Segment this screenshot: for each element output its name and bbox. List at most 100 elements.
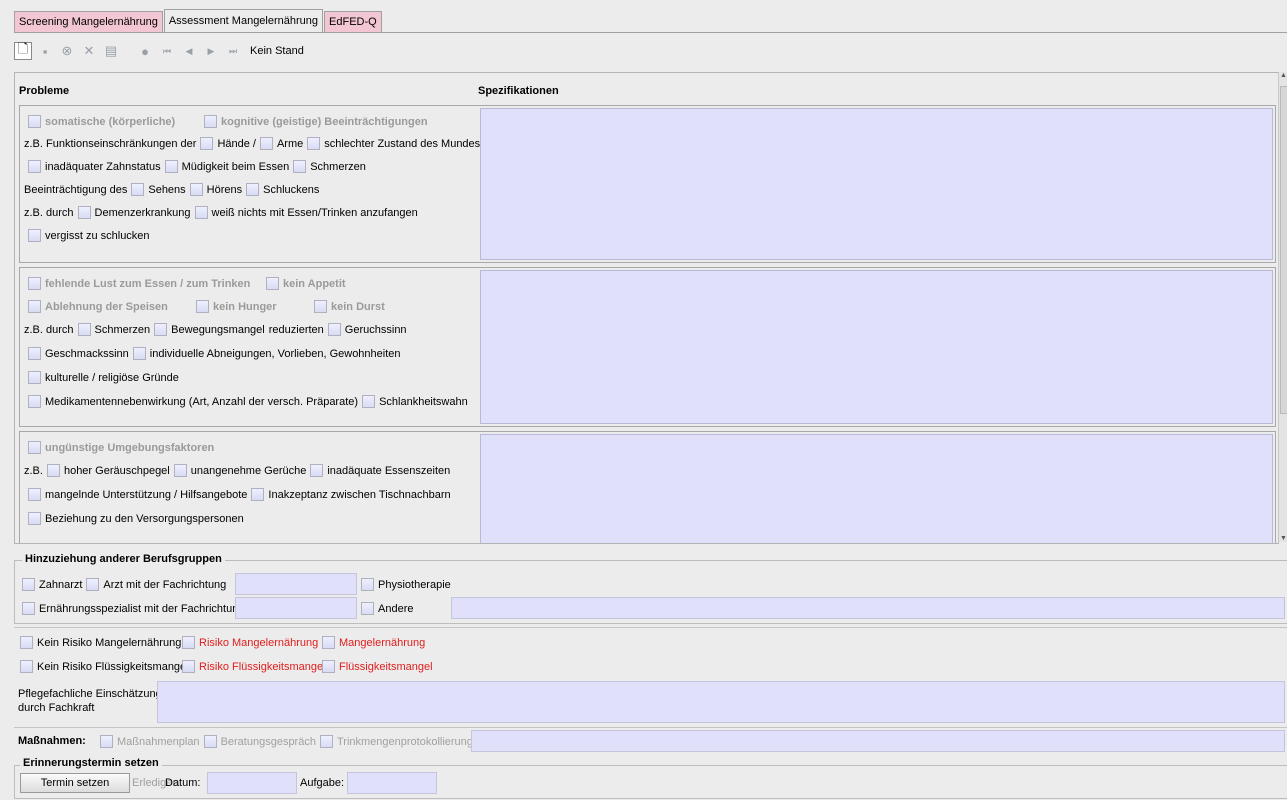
cognitive-checkbox[interactable]: [204, 115, 217, 128]
muedigkeit-checkbox[interactable]: [164, 160, 178, 173]
arme-checkbox[interactable]: [259, 137, 273, 150]
mangel-label: Mangelernährung: [339, 636, 426, 649]
mangel-checkbox[interactable]: [322, 636, 335, 649]
termin-setzen-button[interactable]: Termin setzen: [20, 773, 130, 793]
spec-field-appetite[interactable]: [480, 270, 1273, 424]
bewegung-checkbox[interactable]: [154, 323, 168, 336]
vertical-scrollbar[interactable]: ▲ ▼: [1278, 72, 1287, 542]
schmerzen-label: Schmerzen: [310, 160, 366, 173]
physio-checkbox[interactable]: [361, 578, 374, 591]
aufgabe-input[interactable]: [347, 772, 437, 794]
hoerens-checkbox[interactable]: [189, 183, 203, 196]
ablehnung-label: Ablehnung der Speisen: [45, 300, 168, 313]
previous-icon[interactable]: ◀: [180, 42, 198, 60]
cancel-icon[interactable]: ⊗: [58, 42, 76, 60]
schlankheit-checkbox[interactable]: [362, 395, 376, 408]
aufgabe-label: Aufgabe:: [300, 777, 345, 789]
kein-risiko-mangel-label: Kein Risiko Mangelernährung: [37, 636, 182, 649]
abneigungen-checkbox[interactable]: [132, 347, 146, 360]
geruch-checkbox[interactable]: [327, 323, 341, 336]
beratung-checkbox[interactable]: [203, 735, 217, 748]
datum-input[interactable]: [207, 772, 297, 794]
assessment-label: Pflegefachliche Einschätzung durch Fachk…: [18, 688, 162, 714]
sehens-checkbox[interactable]: [131, 183, 145, 196]
somatic-checkbox[interactable]: [28, 115, 41, 128]
first-icon[interactable]: ⏮: [158, 42, 176, 60]
arzt-fachrichtung-input[interactable]: [235, 573, 357, 595]
massnahmen-input[interactable]: [471, 730, 1285, 752]
haende-label: Hände /: [217, 137, 256, 150]
hunger-checkbox[interactable]: [196, 300, 209, 313]
reminder-title: Erinnerungstermin setzen: [20, 757, 162, 769]
ernaehrung-fachrichtung-input[interactable]: [235, 597, 357, 619]
scroll-down-icon[interactable]: ▼: [1279, 535, 1287, 542]
next-icon[interactable]: ▶: [202, 42, 220, 60]
toolbar: 🗋 ▪ ⊗ ✕ ▤ ● ⏮ ◀ ▶ ⏭ Kein Stand: [14, 40, 304, 62]
save-icon[interactable]: ▪: [36, 42, 54, 60]
print-icon[interactable]: ▤: [102, 42, 120, 60]
mund-checkbox[interactable]: [307, 137, 321, 150]
unterstuetzung-label: mangelnde Unterstützung / Hilfsangebote: [45, 488, 248, 501]
trink-checkbox[interactable]: [319, 735, 333, 748]
schmerzen2-checkbox[interactable]: [77, 323, 91, 336]
cause-prefix: z.B. durch: [24, 206, 74, 219]
environment-prefix: z.B.: [24, 464, 43, 477]
durst-checkbox[interactable]: [314, 300, 327, 313]
appetit-checkbox[interactable]: [266, 277, 279, 290]
essenszeiten-label: inadäquate Essenszeiten: [327, 464, 451, 477]
delete-icon[interactable]: ✕: [80, 42, 98, 60]
schluckens-checkbox[interactable]: [246, 183, 260, 196]
geschmack-checkbox[interactable]: [28, 347, 41, 360]
beziehung-label: Beziehung zu den Versorgungspersonen: [45, 512, 244, 525]
ablehnung-checkbox[interactable]: [28, 300, 41, 313]
assessment-textarea[interactable]: [157, 681, 1285, 723]
geraeusch-checkbox[interactable]: [46, 464, 60, 477]
essenszeiten-checkbox[interactable]: [310, 464, 324, 477]
scrollbar-thumb[interactable]: [1280, 86, 1287, 414]
andere-checkbox[interactable]: [361, 602, 374, 615]
plan-checkbox[interactable]: [100, 735, 113, 748]
medikamente-checkbox[interactable]: [28, 395, 41, 408]
risiko-mangel-checkbox[interactable]: [182, 636, 195, 649]
new-document-icon[interactable]: 🗋: [14, 41, 32, 60]
ernaehrung-checkbox[interactable]: [22, 602, 35, 615]
zahnstatus-label: inadäquater Zahnstatus: [45, 160, 161, 173]
kein-risiko-fluessig-checkbox[interactable]: [20, 660, 33, 673]
tab-edfed-q[interactable]: EdFED-Q: [324, 11, 382, 32]
demenz-checkbox[interactable]: [77, 206, 91, 219]
spec-field-environment[interactable]: [480, 434, 1273, 543]
umgebung-label: ungünstige Umgebungsfaktoren: [45, 441, 215, 454]
record-icon[interactable]: ●: [136, 42, 154, 60]
function-prefix: z.B. Funktionseinschränkungen der: [24, 137, 197, 150]
massnahmen-label: Maßnahmen:: [18, 735, 86, 747]
column-header-problems: Probleme: [19, 85, 70, 97]
andere-input[interactable]: [451, 597, 1285, 619]
tab-bar: Screening Mangelernährung Assessment Man…: [14, 9, 383, 32]
problems-scroll-pane: Probleme Spezifikationen somatische (kör…: [14, 72, 1279, 544]
risiko-fluessig-checkbox[interactable]: [182, 660, 195, 673]
vergisst-checkbox[interactable]: [28, 229, 41, 242]
kein-risiko-mangel-checkbox[interactable]: [20, 636, 33, 649]
risiko-fluessig-label: Risiko Flüssigkeitsmangel: [199, 660, 326, 673]
last-icon[interactable]: ⏭: [224, 42, 242, 60]
haende-checkbox[interactable]: [200, 137, 214, 150]
arzt-checkbox[interactable]: [86, 578, 100, 591]
spec-field-impairments[interactable]: [480, 108, 1273, 260]
umgebung-checkbox[interactable]: [28, 441, 41, 454]
zahnstatus-checkbox[interactable]: [28, 160, 41, 173]
schmerzen-checkbox[interactable]: [293, 160, 307, 173]
fluessig-checkbox[interactable]: [322, 660, 335, 673]
scroll-up-icon[interactable]: ▲: [1279, 72, 1287, 79]
tab-assessment[interactable]: Assessment Mangelernährung: [163, 9, 324, 32]
appetite-cause-prefix: z.B. durch: [24, 323, 74, 336]
kulturell-checkbox[interactable]: [28, 371, 41, 384]
weiss-nicht-checkbox[interactable]: [194, 206, 208, 219]
lust-checkbox[interactable]: [28, 277, 41, 290]
inakzeptanz-checkbox[interactable]: [251, 488, 265, 501]
fluessig-label: Flüssigkeitsmangel: [339, 660, 433, 673]
zahnarzt-checkbox[interactable]: [22, 578, 35, 591]
beziehung-checkbox[interactable]: [28, 512, 41, 525]
tab-screening[interactable]: Screening Mangelernährung: [14, 11, 163, 32]
gerueche-checkbox[interactable]: [173, 464, 187, 477]
unterstuetzung-checkbox[interactable]: [28, 488, 41, 501]
